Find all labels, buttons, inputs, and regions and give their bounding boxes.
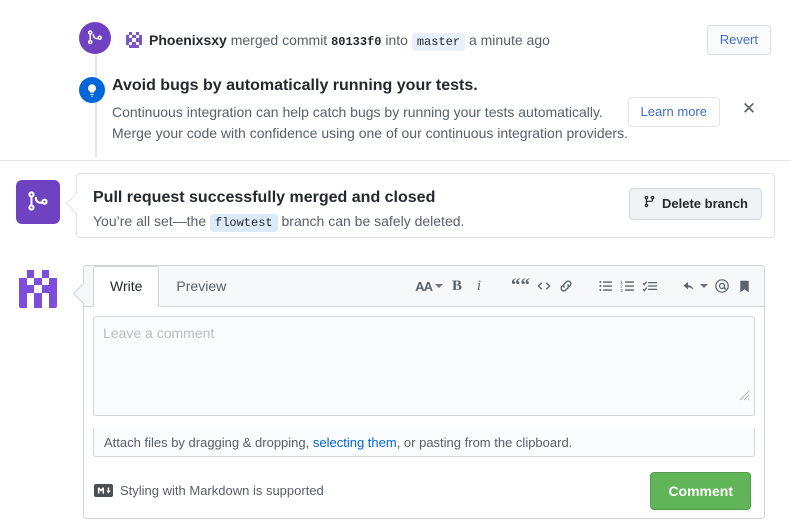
quote-label: ““ (511, 275, 530, 296)
delete-branch-button[interactable]: Delete branch (629, 188, 762, 220)
ci-promo-title: Avoid bugs by automatically running your… (112, 77, 478, 94)
merge-author-link[interactable]: Phoenixsxy (149, 32, 227, 48)
unordered-list-icon[interactable] (595, 274, 617, 298)
reply-icon[interactable] (679, 274, 711, 298)
git-merge-icon (79, 22, 111, 54)
comment-form: Write Preview AA B i ““ 1 2 3 Leave a co… (83, 265, 765, 519)
attach-text-before: Attach files by dragging & dropping, (104, 434, 310, 450)
toolbar-group-lists: 1 2 3 (595, 274, 661, 298)
task-list-icon[interactable] (639, 274, 661, 298)
attach-files-bar[interactable]: Attach files by dragging & dropping, sel… (93, 428, 755, 457)
markdown-toolbar: AA B i ““ 1 2 3 (412, 274, 755, 298)
toolbar-group-text: AA B i (412, 274, 490, 298)
svg-text:3: 3 (620, 288, 623, 293)
source-branch-badge: flowtest (210, 214, 278, 232)
git-branch-icon (643, 195, 656, 213)
tab-write[interactable]: Write (93, 266, 160, 307)
merged-subtitle: You’re all set—the flowtest branch can b… (93, 211, 464, 233)
editor-tabnav: Write Preview AA B i ““ 1 2 3 (84, 266, 764, 307)
merge-event-text: Phoenixsxy merged commit 80133f0 into ma… (149, 31, 550, 51)
learn-more-button[interactable]: Learn more (627, 97, 720, 127)
editor-area (84, 307, 764, 419)
merge-timestamp: a minute ago (468, 32, 550, 48)
commit-sha-link[interactable]: 80133f0 (331, 35, 381, 49)
chevron-down-icon (435, 284, 443, 288)
merged-banner-box: Pull request successfully merged and clo… (76, 173, 775, 238)
merged-subtitle-after: branch can be safely deleted. (281, 213, 465, 229)
section-divider (0, 160, 791, 161)
merge-action-label: merged commit (230, 32, 328, 48)
italic-label: i (476, 277, 482, 294)
tab-preview[interactable]: Preview (159, 266, 243, 307)
select-files-link[interactable]: selecting them (313, 435, 397, 450)
toolbar-group-actions (679, 274, 755, 298)
code-icon[interactable] (533, 274, 555, 298)
lightbulb-icon (79, 77, 105, 103)
toolbar-group-insert: ““ (508, 274, 577, 298)
markdown-note-label: Styling with Markdown is supported (120, 483, 324, 498)
delete-branch-label: Delete branch (662, 196, 748, 211)
markdown-icon (94, 484, 113, 497)
attach-text-after: , or pasting from the clipboard. (396, 434, 573, 450)
comment-input[interactable] (93, 316, 755, 416)
close-icon[interactable]: ✕ (738, 98, 760, 120)
pull-request-timeline-page: Phoenixsxy merged commit 80133f0 into ma… (0, 0, 791, 527)
identicon-grid (19, 270, 57, 308)
comment-submit-button[interactable]: Comment (650, 471, 751, 510)
git-merge-icon (16, 180, 60, 224)
revert-button[interactable]: Revert (706, 25, 771, 55)
quote-icon[interactable]: ““ (508, 274, 533, 298)
identicon-grid (126, 32, 142, 48)
timeline-rail (95, 52, 97, 157)
ci-promo-block: Avoid bugs by automatically running your… (79, 70, 775, 144)
merged-subtitle-before: You’re all set—the (93, 213, 207, 229)
ordered-list-icon[interactable]: 1 2 3 (617, 274, 639, 298)
into-label: into (385, 32, 408, 48)
link-icon[interactable] (555, 274, 577, 298)
chevron-down-icon (700, 284, 708, 288)
text-size-icon[interactable]: AA (412, 274, 446, 298)
form-actions: Styling with Markdown is supported Comme… (84, 463, 764, 518)
bold-label: B (451, 277, 462, 294)
saved-replies-icon[interactable] (733, 274, 755, 298)
target-branch-badge[interactable]: master (411, 33, 466, 51)
bold-icon[interactable]: B (446, 274, 468, 298)
merged-title: Pull request successfully merged and clo… (93, 189, 436, 206)
markdown-note[interactable]: Styling with Markdown is supported (94, 483, 324, 498)
avatar[interactable] (18, 269, 58, 309)
merge-event-row: Phoenixsxy merged commit 80133f0 into ma… (0, 10, 791, 60)
avatar (126, 32, 142, 48)
mention-icon[interactable] (711, 274, 733, 298)
text-size-label: AA (415, 278, 433, 294)
italic-icon[interactable]: i (468, 274, 490, 298)
